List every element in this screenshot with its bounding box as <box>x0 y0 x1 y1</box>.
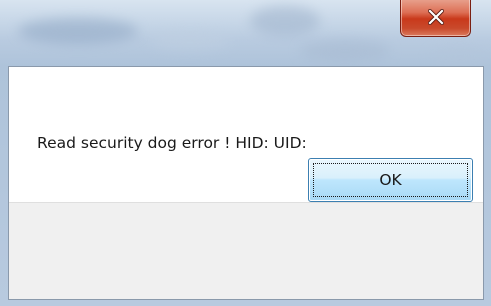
close-icon <box>426 7 446 27</box>
error-message: Read security dog error ! HID: UID: <box>37 134 307 152</box>
title-bar-glass <box>150 30 230 50</box>
title-bar-glass <box>18 18 138 44</box>
close-button[interactable] <box>400 0 471 37</box>
ok-button-label: OK <box>379 171 402 189</box>
title-bar-glass <box>250 6 320 36</box>
title-bar[interactable] <box>0 0 491 66</box>
dialog-client-area: Read security dog error ! HID: UID: OK <box>8 66 484 300</box>
button-bar <box>9 202 483 299</box>
window-frame-right <box>484 66 491 306</box>
ok-button[interactable]: OK <box>308 158 473 202</box>
title-bar-glass <box>300 40 390 62</box>
title-bar-glass <box>430 48 490 64</box>
window-frame-left <box>0 66 8 306</box>
dialog-window: Read security dog error ! HID: UID: OK <box>0 0 491 306</box>
window-frame-bottom <box>0 300 491 306</box>
